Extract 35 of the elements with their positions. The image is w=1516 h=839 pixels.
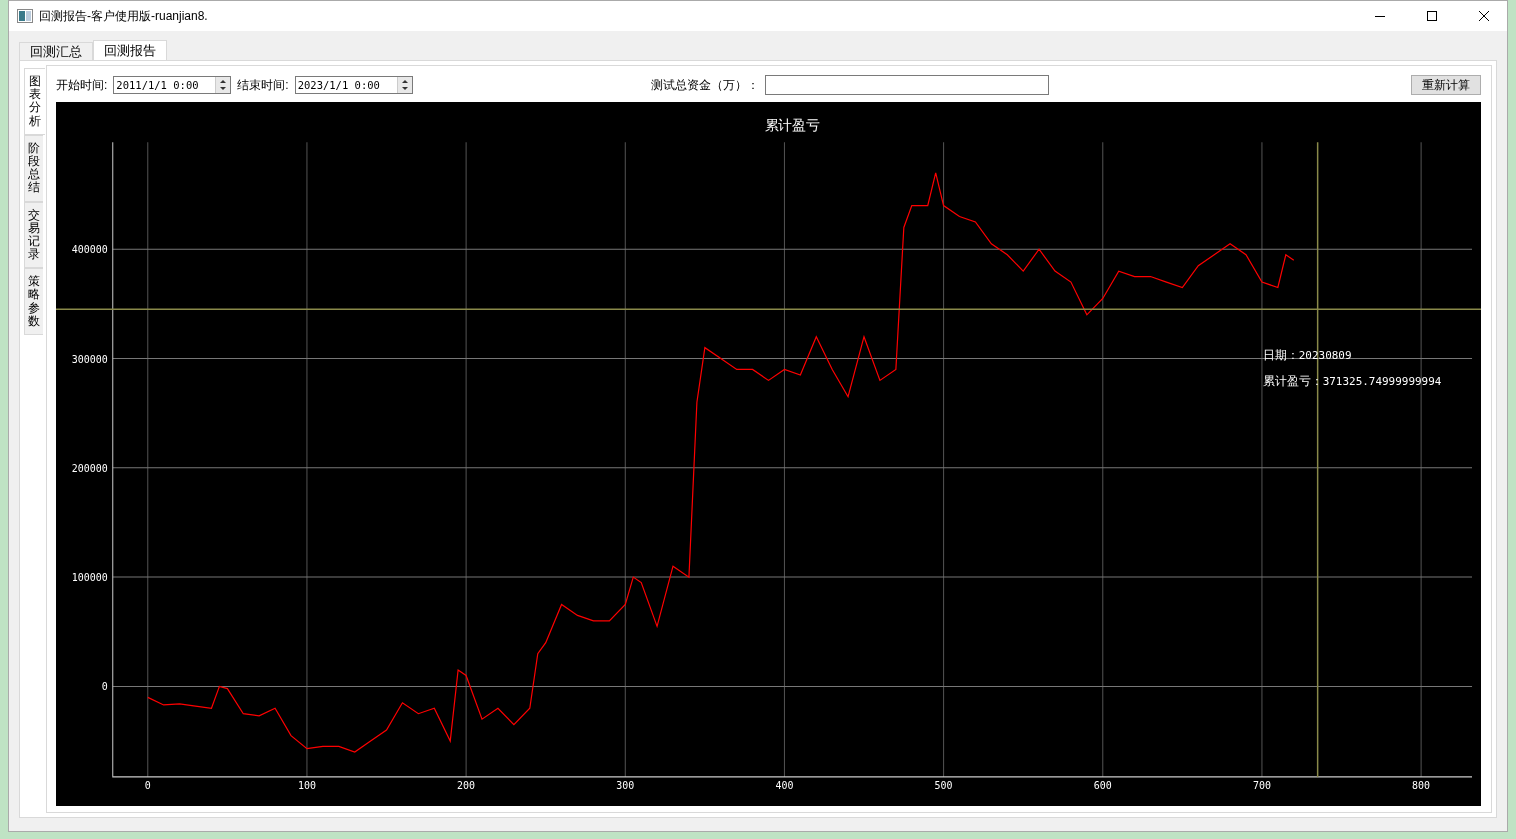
tooltip-value: 累计盈亏：371325.74999999994 [1262, 374, 1442, 389]
y-tick-label: 400000 [71, 244, 108, 256]
x-tick-label: 0 [144, 779, 151, 791]
y-tick-label: 100000 [71, 572, 108, 584]
minimize-icon [1375, 15, 1385, 17]
end-time-field[interactable]: 2023/1/1 0:00 [294, 76, 413, 94]
start-time-label: 开始时间: [56, 76, 108, 94]
capital-field[interactable] [764, 75, 1049, 95]
side-tab[interactable]: 策略参数 [24, 268, 43, 335]
tooltip-date: 日期：20230809 [1262, 348, 1352, 363]
window-title: 回测报告-客户使用版-ruanjian8. [39, 7, 209, 25]
x-tick-label: 300 [616, 779, 635, 791]
x-tick-label: 400 [775, 779, 794, 791]
app-icon [17, 9, 33, 23]
side-tab[interactable]: 图表分析 [24, 68, 45, 135]
recalculate-button[interactable]: 重新计算 [1411, 75, 1481, 95]
x-tick-label: 600 [1093, 779, 1112, 791]
tab[interactable]: 回测报告 [93, 40, 167, 60]
y-tick-label: 300000 [71, 353, 108, 365]
side-tab[interactable]: 交易记录 [24, 201, 43, 269]
x-tick-label: 200 [457, 779, 476, 791]
tab[interactable]: 回测汇总 [19, 42, 93, 60]
x-tick-label: 500 [934, 779, 953, 791]
maximize-icon [1427, 11, 1437, 21]
chart-title: 累计盈亏 [764, 117, 821, 134]
capital-label: 测试总资金（万）： [650, 76, 759, 94]
x-tick-label: 100 [297, 779, 316, 791]
side-tab[interactable]: 阶段总结 [24, 134, 43, 202]
close-icon [1479, 11, 1489, 21]
x-tick-label: 800 [1412, 779, 1431, 791]
start-time-field[interactable]: 2011/1/1 0:00 [113, 76, 232, 94]
y-tick-label: 0 [101, 681, 108, 693]
y-tick-label: 200000 [71, 462, 108, 474]
x-tick-label: 700 [1252, 779, 1271, 791]
end-time-label: 结束时间: [237, 76, 289, 94]
